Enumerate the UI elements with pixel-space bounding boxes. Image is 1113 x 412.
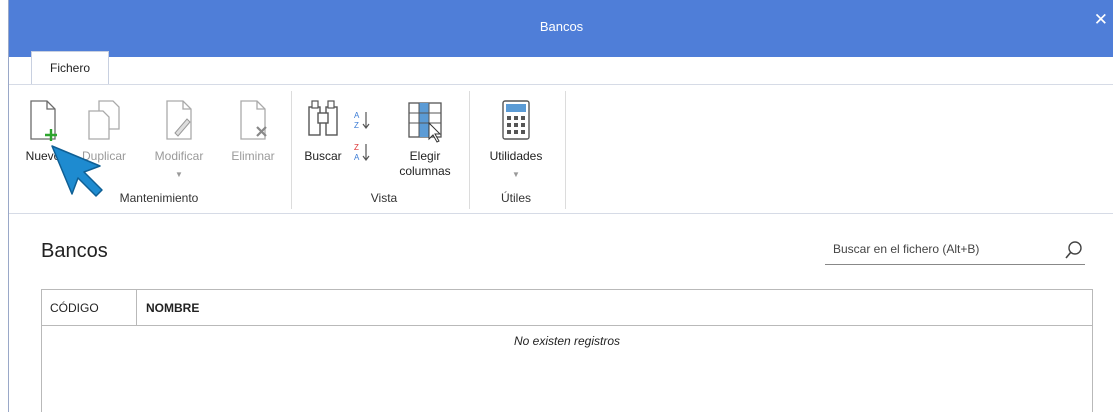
calculator-icon (502, 100, 530, 140)
sort-descending-button[interactable]: Z A (351, 141, 373, 167)
choose-columns-button[interactable]: Elegir columnas (389, 99, 461, 179)
sort-ascending-button[interactable]: A Z (351, 109, 373, 135)
search-input[interactable]: Buscar en el fichero (Alt+B) (825, 237, 1085, 265)
sort-ascending-icon: A Z (354, 111, 370, 130)
close-icon[interactable]: ✕ (1094, 10, 1108, 30)
choose-columns-button-label: Elegir columnas (399, 149, 451, 178)
group-divider (565, 91, 566, 209)
search-button-label: Buscar (304, 149, 342, 163)
sort-descending-icon: Z A (354, 143, 370, 162)
page-title: Bancos (41, 240, 108, 262)
edit-document-icon (166, 100, 192, 140)
choose-columns-icon (408, 102, 442, 143)
empty-message: No existen registros (513, 334, 621, 348)
group-label-utiles: Útiles (500, 191, 531, 205)
new-document-icon (30, 100, 57, 141)
column-header-nombre[interactable]: NOMBRE (146, 301, 199, 315)
group-divider (291, 91, 292, 209)
pointer-arrow-icon (51, 145, 103, 197)
delete-document-icon (240, 100, 267, 140)
search-button[interactable]: Buscar (299, 99, 347, 164)
bancos-window: Bancos ✕ Fichero Nuevo Duplicar Modifica… (8, 0, 1113, 412)
ribbon-toolbar: Nuevo Duplicar Modificar ▼ Eliminar Mant… (9, 84, 1113, 214)
svg-text:A: A (354, 111, 360, 120)
group-divider (469, 91, 470, 209)
group-label-vista: Vista (370, 191, 398, 205)
window-title: Bancos (539, 19, 584, 34)
svg-text:Z: Z (354, 121, 359, 130)
svg-text:Z: Z (354, 143, 359, 152)
records-table: CÓDIGO NOMBRE No existen registros (41, 289, 1093, 412)
search-icon[interactable] (1063, 239, 1085, 261)
chevron-down-icon: ▼ (512, 170, 520, 179)
title-bar: Bancos ✕ (9, 0, 1113, 57)
delete-button[interactable]: Eliminar (223, 99, 283, 164)
duplicate-document-icon (88, 100, 120, 140)
chevron-down-icon: ▼ (175, 170, 183, 179)
delete-button-label: Eliminar (231, 149, 275, 163)
tab-fichero[interactable]: Fichero (31, 51, 109, 85)
modify-button-label: Modificar (154, 149, 204, 163)
utilities-button-label: Utilidades (489, 149, 543, 163)
svg-text:A: A (354, 153, 360, 162)
modify-button[interactable]: Modificar ▼ (141, 99, 217, 182)
utilities-button[interactable]: Utilidades ▼ (475, 99, 557, 182)
table-header: CÓDIGO NOMBRE (42, 290, 1092, 326)
column-divider (136, 290, 137, 326)
binoculars-icon (308, 100, 338, 136)
search-placeholder: Buscar en el fichero (Alt+B) (833, 242, 980, 256)
column-header-codigo[interactable]: CÓDIGO (50, 301, 99, 315)
